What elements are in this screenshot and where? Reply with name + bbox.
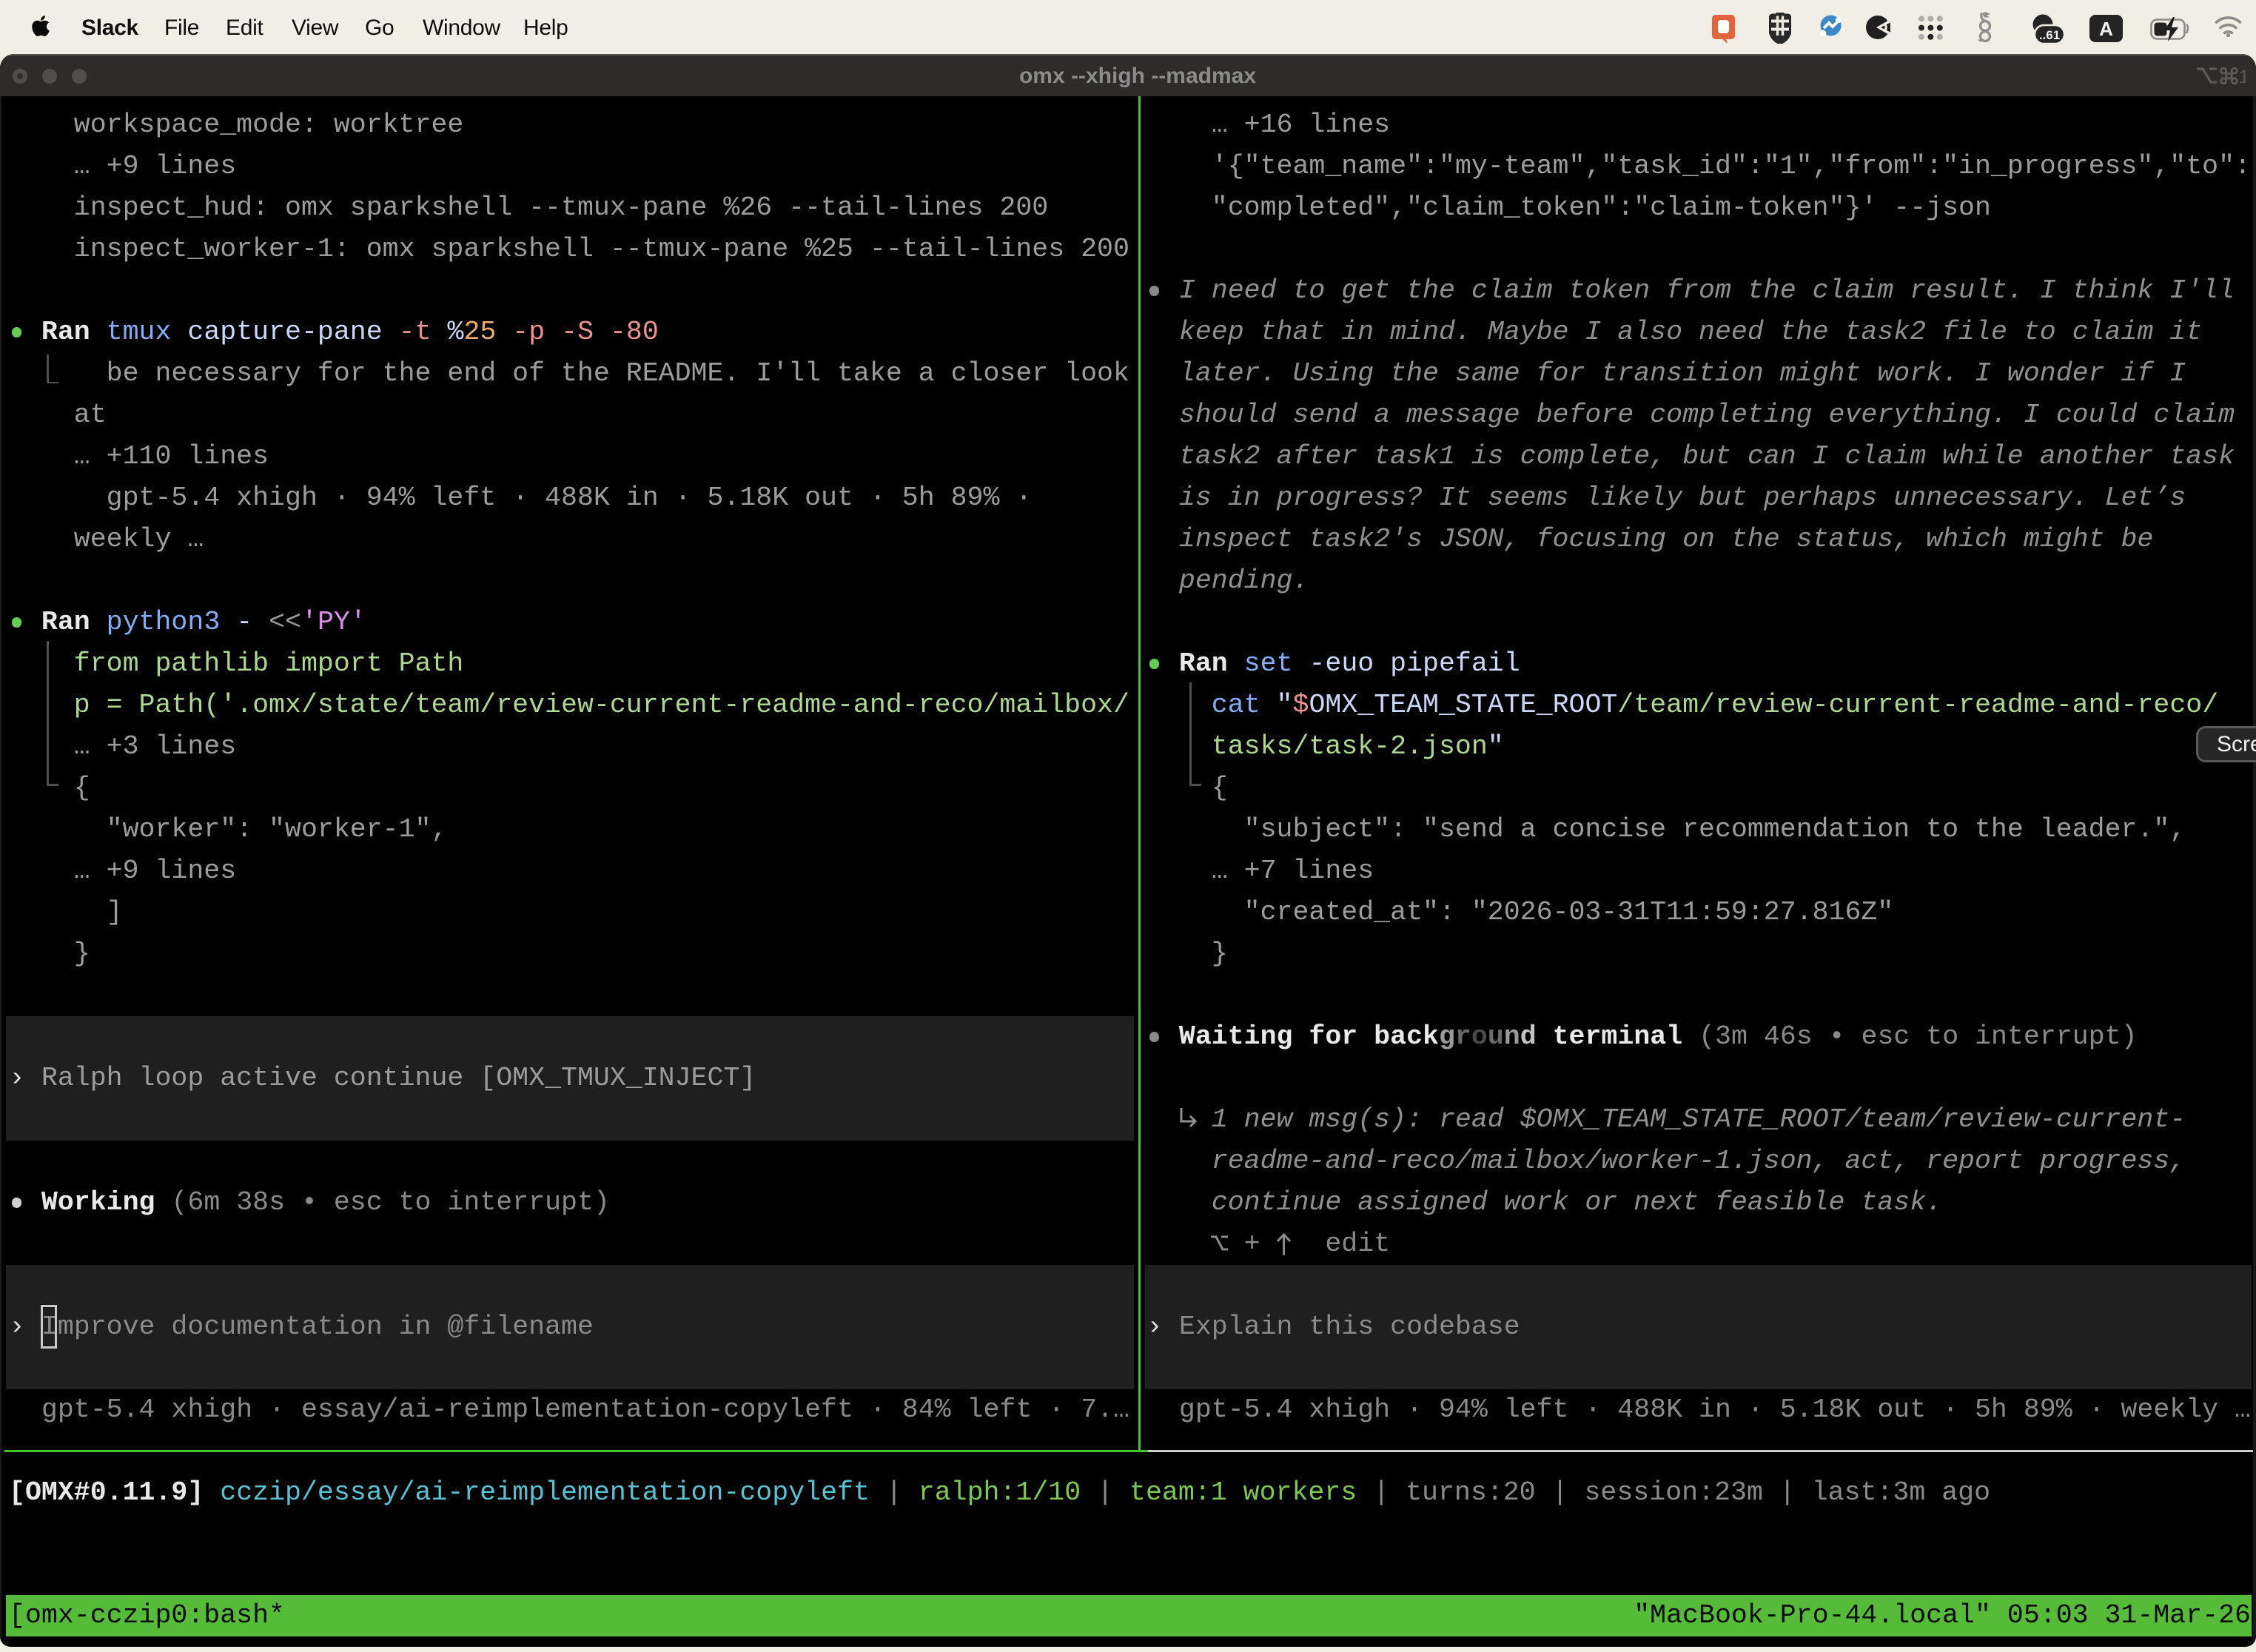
svg-text:1: 1 [2239, 67, 2246, 87]
svg-text:A: A [2099, 18, 2113, 40]
svg-text:..61: ..61 [2039, 28, 2060, 42]
